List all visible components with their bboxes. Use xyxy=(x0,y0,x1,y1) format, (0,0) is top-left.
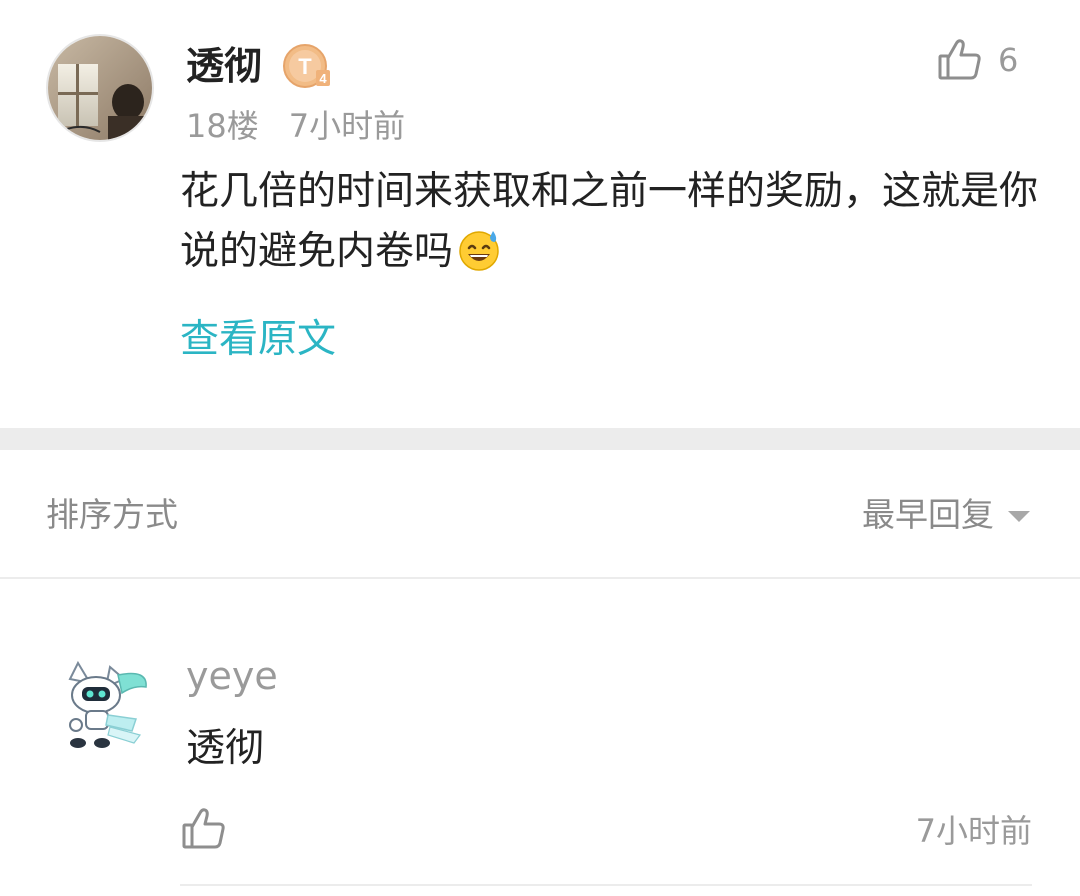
comment-meta: 18楼 7小时前 xyxy=(186,104,405,148)
comment-text: 花几倍的时间来获取和之前一样的奖励，这就是你说的避免内卷吗 xyxy=(180,169,1039,274)
avatar-photo xyxy=(48,36,152,140)
level-badge: T 4 xyxy=(282,42,332,90)
sweat-smile-emoji xyxy=(457,228,501,272)
divider xyxy=(180,884,1032,886)
sort-bar: 排序方式 最早回复 xyxy=(0,450,1080,578)
svg-text:T: T xyxy=(298,54,312,79)
comment-body: 花几倍的时间来获取和之前一样的奖励，这就是你说的避免内卷吗 xyxy=(180,162,1040,282)
reply-text: 透彻 xyxy=(186,726,265,771)
sort-order-dropdown[interactable]: 最早回复 xyxy=(862,492,1030,538)
comment-detail-page: 透彻 T 4 18楼 7小时前 6 花几倍的时间来获取和之前一样的奖励，这就是你说… xyxy=(0,0,1080,896)
avatar[interactable] xyxy=(48,649,156,757)
comment-time: 7小时前 xyxy=(288,107,406,145)
thumbs-up-icon[interactable] xyxy=(180,805,228,853)
reply-username[interactable]: yeye xyxy=(186,651,278,701)
caret-down-icon xyxy=(1008,511,1030,522)
like-count: 6 xyxy=(998,41,1019,79)
svg-text:4: 4 xyxy=(319,71,327,86)
username[interactable]: 透彻 xyxy=(186,40,262,92)
reply-time: 7小时前 xyxy=(915,812,1032,850)
reply-item: yeye 透彻 7小时前 xyxy=(0,579,1080,896)
thumbs-up-icon[interactable] xyxy=(936,36,984,84)
sort-selected-value: 最早回复 xyxy=(862,495,994,534)
view-original-link[interactable]: 查看原文 xyxy=(180,312,336,368)
avatar[interactable] xyxy=(46,34,154,142)
main-comment: 透彻 T 4 18楼 7小时前 6 花几倍的时间来获取和之前一样的奖励，这就是你说… xyxy=(0,0,1080,428)
section-divider xyxy=(0,428,1080,450)
floor-number: 18楼 xyxy=(186,107,259,145)
avatar-illustration xyxy=(68,660,147,748)
sort-label: 排序方式 xyxy=(46,495,178,534)
